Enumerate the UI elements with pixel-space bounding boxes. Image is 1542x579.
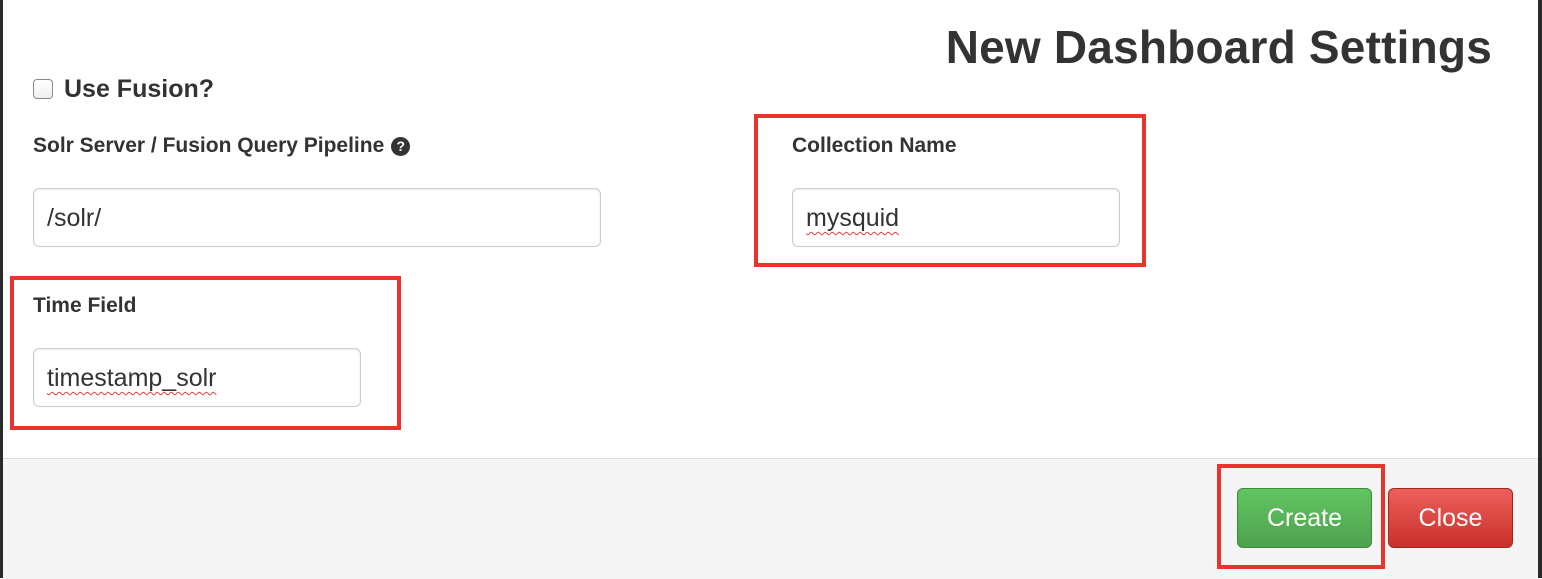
collection-name-value: mysquid: [806, 204, 900, 232]
solr-server-input[interactable]: /solr/: [33, 188, 601, 247]
time-field-label-row: Time Field: [33, 294, 136, 318]
collection-name-label: Collection Name: [792, 134, 957, 157]
collection-name-label-row: Collection Name: [792, 134, 957, 158]
question-circle-icon[interactable]: ?: [391, 136, 411, 156]
use-fusion-checkbox[interactable]: [33, 79, 53, 99]
create-button[interactable]: Create: [1237, 488, 1372, 548]
dialog-right-edge: [1538, 0, 1542, 578]
solr-server-value: /solr/: [47, 204, 102, 232]
time-field-label: Time Field: [33, 294, 137, 317]
dialog-title: New Dashboard Settings: [945, 21, 1492, 73]
use-fusion-label[interactable]: Use Fusion?: [64, 75, 214, 104]
collection-name-input[interactable]: mysquid: [792, 188, 1120, 247]
close-button[interactable]: Close: [1388, 488, 1513, 548]
new-dashboard-dialog: New Dashboard Settings Use Fusion? Solr …: [0, 0, 1542, 579]
time-field-value: timestamp_solr: [47, 364, 217, 392]
solr-server-label-row: Solr Server / Fusion Query Pipeline ?: [33, 134, 411, 158]
use-fusion-row[interactable]: Use Fusion?: [33, 73, 214, 105]
solr-server-label: Solr Server / Fusion Query Pipeline: [33, 134, 385, 157]
time-field-input[interactable]: timestamp_solr: [33, 348, 361, 407]
